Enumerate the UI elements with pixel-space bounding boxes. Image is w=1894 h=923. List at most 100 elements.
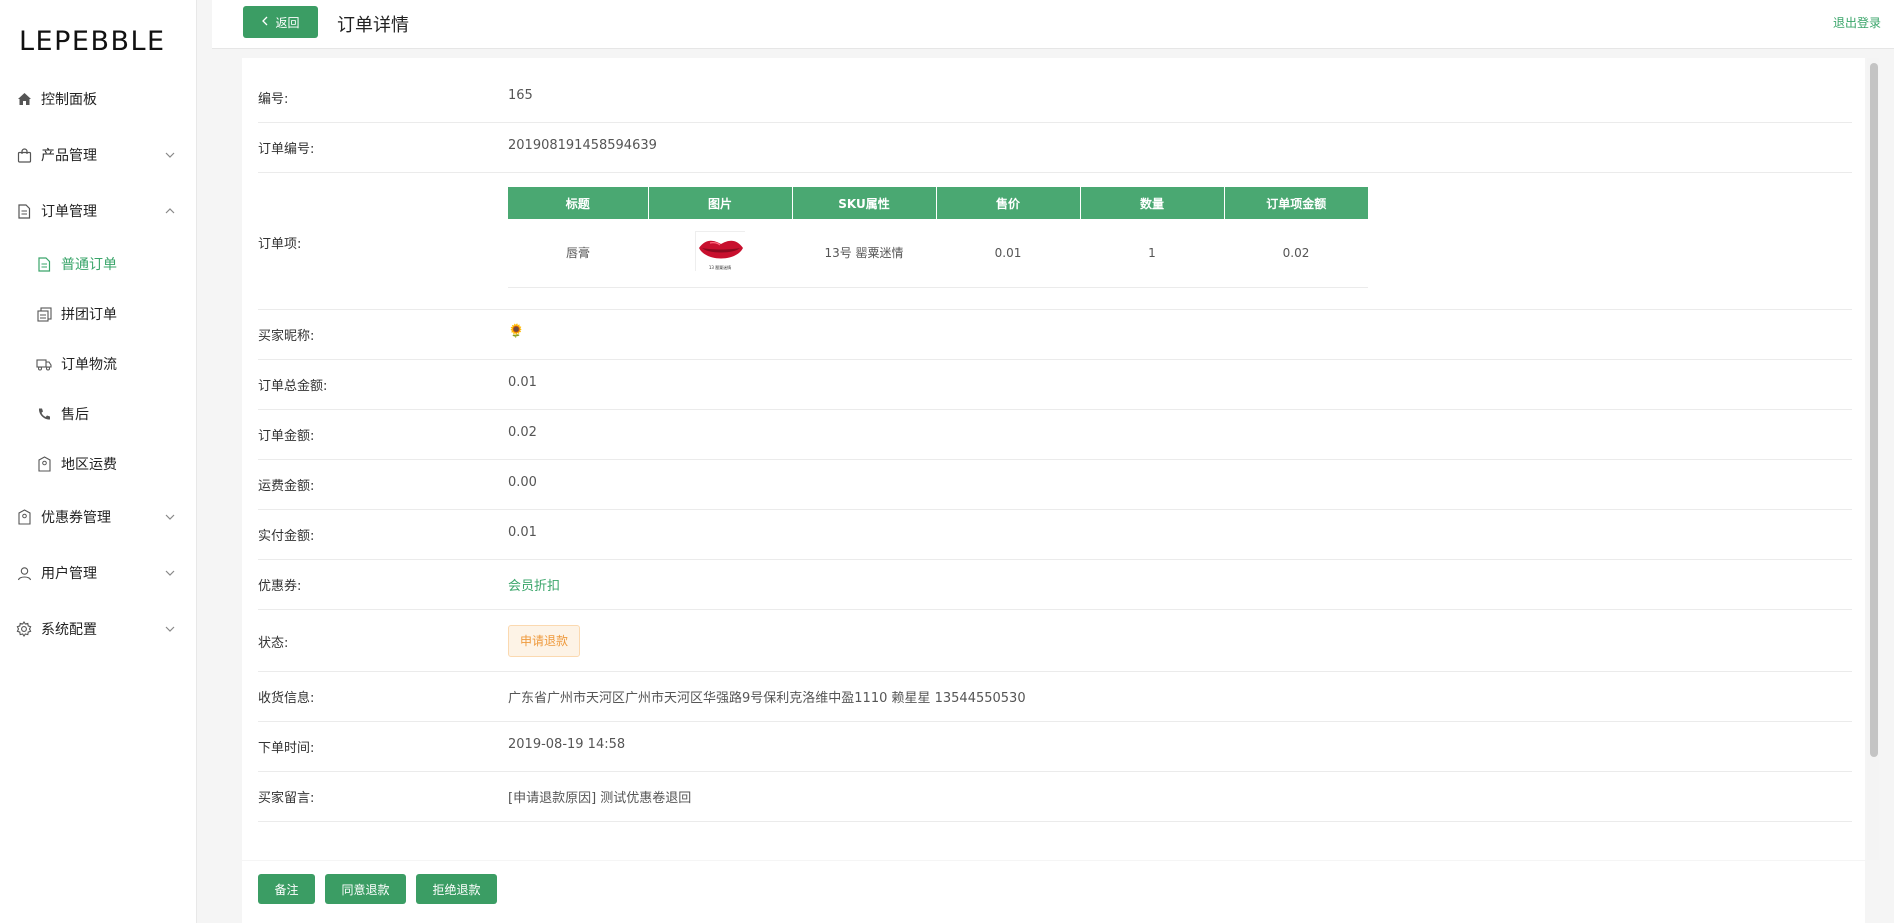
agree-refund-button[interactable]: 同意退款 (325, 874, 406, 904)
sidebar-item-label: 控制面板 (41, 92, 97, 108)
sidebar: LEPEBBLE 控制面板 产品管理 订单管理 普通订单 拼团订单 订单物流 售… (0, 0, 197, 923)
page-title: 订单详情 (337, 15, 409, 36)
copy-icon (36, 306, 52, 322)
column-header: 标题 (508, 187, 649, 219)
back-button[interactable]: 返回 (243, 6, 318, 38)
sidebar-item-label: 订单管理 (41, 204, 97, 220)
detail-label: 编号: (258, 92, 289, 107)
detail-label: 买家留言: (258, 791, 315, 806)
sidebar-item-label: 地区运费 (61, 457, 117, 473)
detail-label: 收货信息: (258, 691, 315, 706)
sidebar-item-coupons[interactable]: 优惠券管理 (0, 497, 196, 537)
detail-row-order-time: 下单时间: 2019-08-19 14:58 (258, 722, 1852, 772)
detail-row-buyer-note: 买家留言: [申请退款原因] 测试优惠卷退回 (258, 772, 1852, 822)
order-detail-panel: 编号: 165 订单编号: 201908191458594639 订单项: 标题… (242, 58, 1865, 860)
detail-row-address: 收货信息: 广东省广州市天河区广州市天河区华强路9号保利克洛维中盈1110 赖星… (258, 672, 1852, 722)
detail-row-amount: 订单金额: 0.02 (258, 410, 1852, 460)
sidebar-item-label: 产品管理 (41, 148, 97, 164)
user-icon (16, 565, 32, 581)
chevron-down-icon (164, 149, 176, 161)
detail-label: 订单总金额: (258, 379, 328, 394)
detail-label: 下单时间: (258, 741, 315, 756)
column-header: 订单项金额 (1224, 187, 1368, 219)
chevron-down-icon (164, 511, 176, 523)
location-icon (36, 456, 52, 472)
sidebar-item-order-logistics[interactable]: 订单物流 (0, 344, 196, 384)
document-icon (36, 256, 52, 272)
chevron-down-icon (164, 623, 176, 635)
chevron-up-icon (164, 205, 176, 217)
detail-label: 订单编号: (258, 142, 315, 157)
sidebar-item-label: 用户管理 (41, 566, 97, 582)
sidebar-item-region-freight[interactable]: 地区运费 (0, 444, 196, 484)
detail-label: 实付金额: (258, 529, 315, 544)
sidebar-item-products[interactable]: 产品管理 (0, 135, 196, 175)
detail-row-coupon: 优惠券: 会员折扣 (258, 560, 1852, 610)
detail-label: 订单项: (258, 237, 302, 252)
coupon-icon (16, 509, 32, 525)
column-header: SKU属性 (792, 187, 937, 219)
logout-link[interactable]: 退出登录 (1833, 14, 1881, 31)
detail-value: [申请退款原因] 测试优惠卷退回 (508, 791, 692, 806)
detail-row-order-items: 订单项: 标题 图片 SKU属性 售价 数量 订单项金额 唇膏 13 罂粟迷情 … (258, 173, 1852, 310)
chevron-down-icon (164, 567, 176, 579)
sidebar-item-normal-orders[interactable]: 普通订单 (0, 244, 196, 284)
remark-button[interactable]: 备注 (258, 874, 315, 904)
detail-value: 201908191458594639 (508, 138, 657, 153)
coupon-link[interactable]: 会员折扣 (508, 575, 560, 594)
sidebar-item-orders[interactable]: 订单管理 (0, 191, 196, 231)
document-icon (16, 203, 32, 219)
sidebar-item-label: 优惠券管理 (41, 510, 111, 526)
detail-label: 买家昵称: (258, 329, 315, 344)
sidebar-item-after-sales[interactable]: 售后 (0, 394, 196, 434)
detail-value: 0.01 (508, 525, 537, 540)
reject-refund-button[interactable]: 拒绝退款 (416, 874, 497, 904)
top-header: 返回 订单详情 退出登录 (212, 0, 1894, 49)
column-header: 数量 (1080, 187, 1225, 219)
detail-row-buyer: 买家昵称: 🌻 (258, 310, 1852, 360)
detail-row-freight: 运费金额: 0.00 (258, 460, 1852, 510)
home-icon (16, 91, 32, 107)
column-header: 图片 (648, 187, 793, 219)
item-sku: 13号 罂粟迷情 (792, 219, 936, 288)
detail-row-total: 订单总金额: 0.01 (258, 360, 1852, 410)
sidebar-item-label: 系统配置 (41, 622, 97, 638)
shopping-bag-icon (16, 147, 32, 163)
sidebar-item-users[interactable]: 用户管理 (0, 553, 196, 593)
scrollbar-thumb[interactable] (1870, 63, 1878, 757)
item-title: 唇膏 (508, 219, 648, 288)
detail-value: 0.02 (508, 425, 537, 440)
status-badge: 申请退款 (508, 625, 581, 657)
gear-icon (16, 621, 32, 637)
app-logo[interactable]: LEPEBBLE (19, 26, 166, 57)
detail-value: 2019-08-19 14:58 (508, 737, 626, 752)
sidebar-item-label: 订单物流 (61, 357, 117, 373)
column-header: 售价 (936, 187, 1081, 219)
sidebar-item-system-config[interactable]: 系统配置 (0, 609, 196, 649)
chevron-left-icon (261, 15, 269, 29)
detail-row-status: 状态: 申请退款 (258, 610, 1852, 672)
item-price: 0.01 (936, 219, 1080, 288)
item-quantity: 1 (1080, 219, 1224, 288)
item-amount: 0.02 (1224, 219, 1368, 288)
detail-row-id: 编号: 165 (258, 73, 1852, 123)
detail-value: 165 (508, 88, 533, 103)
phone-icon (36, 406, 52, 422)
detail-label: 运费金额: (258, 479, 315, 494)
sidebar-item-label: 拼团订单 (61, 307, 117, 323)
detail-value: 0.00 (508, 475, 537, 490)
detail-value: 🌻 (508, 324, 525, 339)
detail-value: 0.01 (508, 375, 537, 390)
product-image-caption: 13 罂粟迷情 (708, 264, 732, 270)
truck-icon (36, 356, 52, 372)
sidebar-item-group-orders[interactable]: 拼团订单 (0, 294, 196, 334)
action-bar: 备注 同意退款 拒绝退款 (242, 861, 1865, 923)
sidebar-item-label: 普通订单 (61, 257, 117, 273)
detail-value: 广东省广州市天河区广州市天河区华强路9号保利克洛维中盈1110 赖星星 1354… (508, 691, 1026, 706)
back-button-label: 返回 (275, 15, 300, 30)
sidebar-item-dashboard[interactable]: 控制面板 (0, 79, 196, 119)
table-row: 唇膏 13 罂粟迷情 13号 罂粟迷情 0.01 1 0.02 (508, 219, 1368, 288)
product-image[interactable]: 13 罂粟迷情 (695, 230, 746, 272)
detail-label: 状态: (258, 636, 289, 651)
detail-row-order-no: 订单编号: 201908191458594639 (258, 123, 1852, 173)
